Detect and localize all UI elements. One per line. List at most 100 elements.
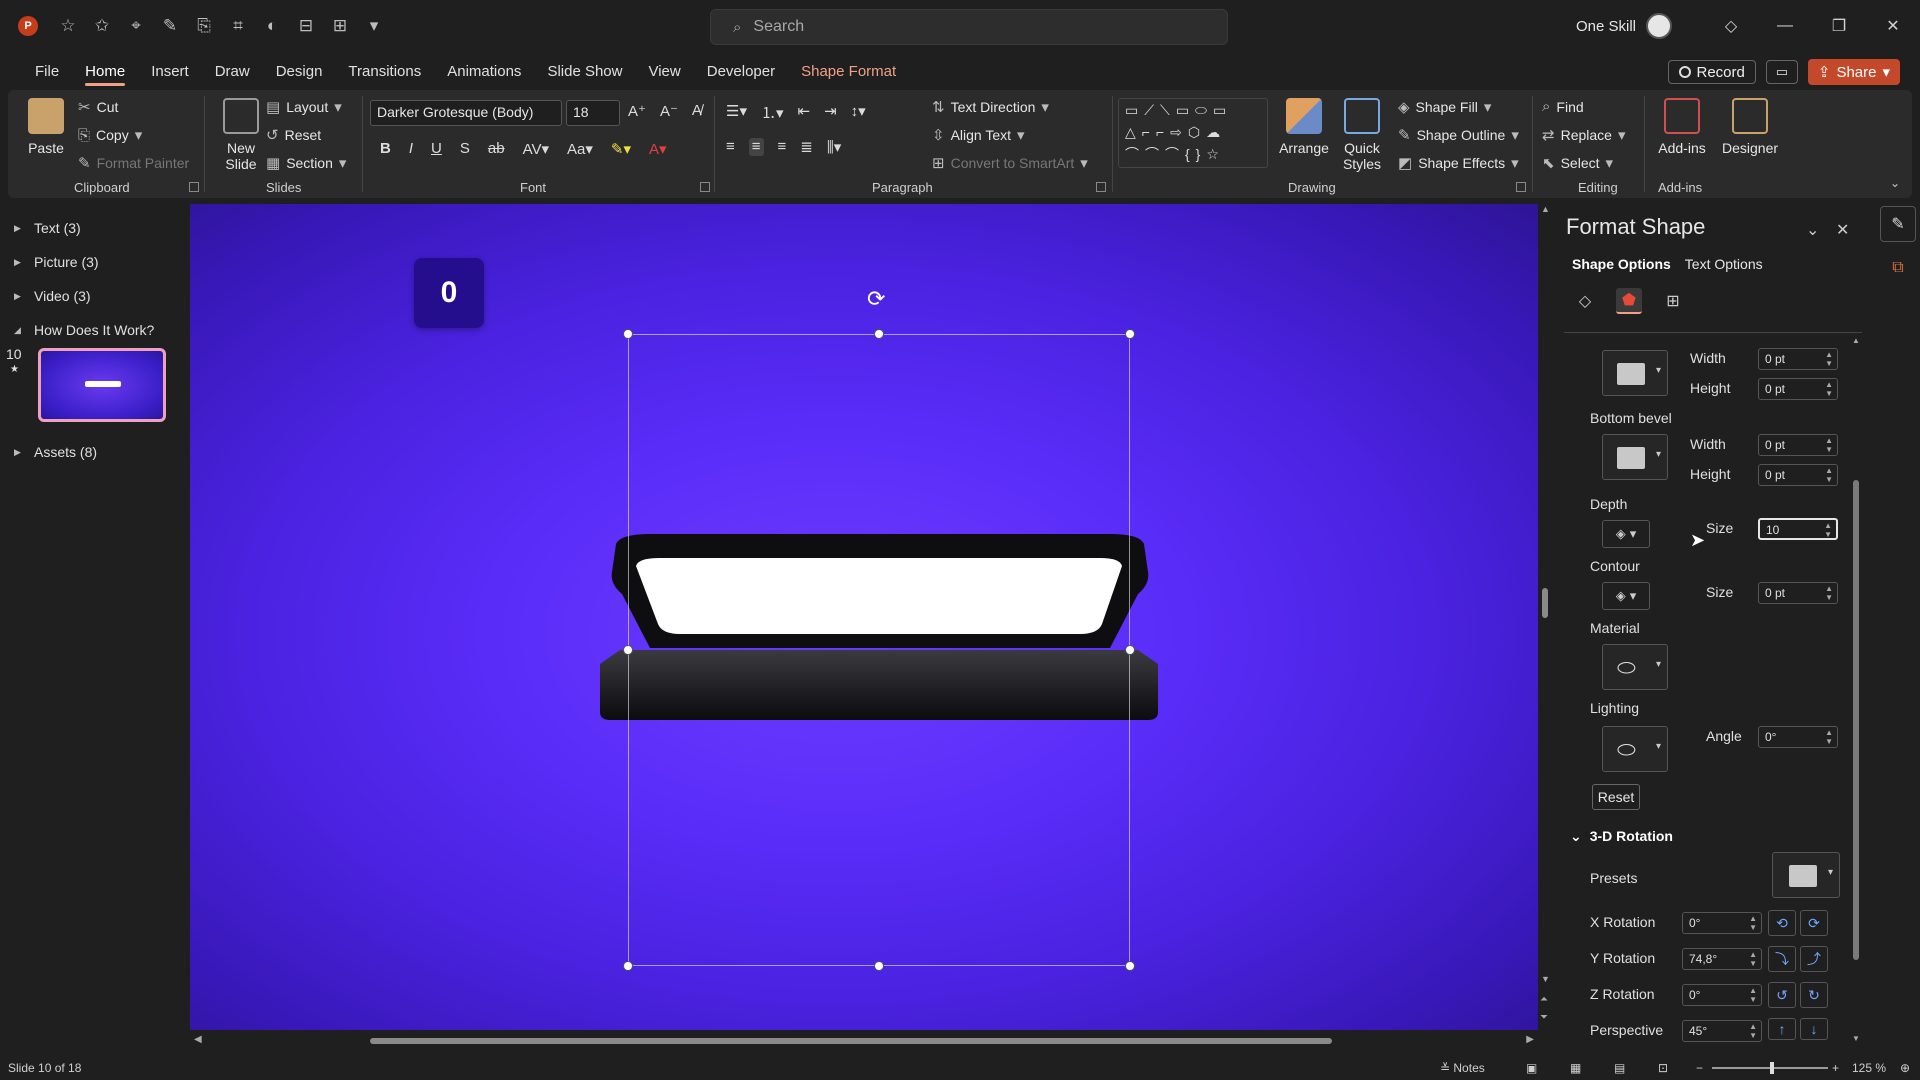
minimize-icon[interactable]: —: [1758, 17, 1812, 35]
spin-arrows-icon[interactable]: ▲ ▼: [1749, 950, 1757, 968]
zoom-slider-thumb[interactable]: [1770, 1062, 1774, 1074]
tab-shape-options[interactable]: Shape Options: [1572, 256, 1671, 272]
close-pane-icon[interactable]: ✕: [1836, 220, 1849, 240]
designer-pane-icon[interactable]: ⧉: [1880, 250, 1916, 286]
clear-formatting-icon[interactable]: A̸: [692, 102, 702, 120]
depth-size-input[interactable]: 10 ▲ ▼: [1758, 518, 1838, 540]
fill-line-icon[interactable]: ◇: [1572, 288, 1598, 314]
fit-to-window-icon[interactable]: ⊕: [1900, 1061, 1910, 1075]
shape-fill-button[interactable]: ◈ Shape Fill ▾: [1398, 98, 1491, 116]
decrease-indent-icon[interactable]: ⇤: [798, 102, 811, 123]
top-bevel-height-input[interactable]: 0 pt ▲ ▼: [1758, 378, 1838, 400]
highlight-icon[interactable]: ✎▾: [611, 140, 631, 158]
perspective-decrease-icon[interactable]: ↓: [1800, 1018, 1828, 1040]
next-slide-icon[interactable]: ⏷: [1540, 1012, 1548, 1023]
tab-design[interactable]: Design: [263, 56, 336, 88]
record-button[interactable]: Record: [1667, 60, 1756, 84]
spin-arrows-icon[interactable]: ▲ ▼: [1749, 914, 1757, 932]
z-rotation-input[interactable]: 0° ▲ ▼: [1682, 984, 1762, 1006]
previous-slide-icon[interactable]: ⏶: [1540, 994, 1548, 1005]
align-center-icon[interactable]: ≡: [748, 138, 764, 156]
italic-icon[interactable]: I: [409, 140, 413, 158]
arrange-button[interactable]: Arrange: [1276, 98, 1332, 156]
bullets-icon[interactable]: ☰▾: [726, 102, 747, 123]
counter-box[interactable]: 0: [414, 258, 484, 328]
format-painter-button[interactable]: ✎ Format Painter: [78, 154, 189, 172]
shapes-gallery[interactable]: ▭⟋⟍▭⬭▭ △⌐⌐⇨⬡☁ ⌒⌒⌒{}☆: [1118, 98, 1268, 168]
canvas-vertical-scrollbar[interactable]: ▲ ▼ ⏶ ⏷: [1538, 204, 1552, 1030]
tab-insert[interactable]: Insert: [138, 56, 202, 88]
zoom-level[interactable]: 125 %: [1852, 1061, 1886, 1075]
align-icon[interactable]: ⊟: [294, 16, 318, 36]
rotate-handle-icon[interactable]: ⟳: [867, 286, 885, 312]
resize-handle-top-right[interactable]: [1125, 329, 1135, 339]
scroll-right-icon[interactable]: ▶: [1526, 1034, 1534, 1045]
y-rotation-input[interactable]: 74,8° ▲ ▼: [1682, 948, 1762, 970]
scroll-left-icon[interactable]: ◀: [194, 1034, 202, 1045]
spin-arrows-icon[interactable]: ▲ ▼: [1825, 466, 1833, 484]
resize-handle-bottom-right[interactable]: [1125, 961, 1135, 971]
bottom-bevel-height-input[interactable]: 0 pt ▲ ▼: [1758, 464, 1838, 486]
tab-animations[interactable]: Animations: [434, 56, 534, 88]
diamond-icon[interactable]: ◇: [1704, 16, 1758, 36]
shadow-icon[interactable]: S: [460, 140, 470, 158]
normal-view-icon[interactable]: ▣: [1526, 1061, 1537, 1075]
convert-smartart-button[interactable]: ⊞ Convert to SmartArt ▾: [932, 154, 1088, 172]
rotate-up-icon[interactable]: ⤴: [1800, 946, 1828, 972]
search-box[interactable]: ⌕ Search: [710, 9, 1228, 45]
depth-color-button[interactable]: ◈ ▾: [1602, 520, 1650, 548]
shrink-font-icon[interactable]: A⁻: [660, 102, 678, 120]
replace-button[interactable]: ⇄ Replace ▾: [1542, 126, 1625, 144]
top-bevel-button[interactable]: ▾: [1602, 350, 1668, 396]
drawing-launcher-icon[interactable]: [1516, 182, 1526, 192]
spin-arrows-icon[interactable]: ▲ ▼: [1749, 1022, 1757, 1040]
new-slide-button[interactable]: New Slide: [216, 98, 266, 172]
tab-file[interactable]: File: [22, 56, 72, 88]
spin-arrows-icon[interactable]: ▲ ▼: [1825, 728, 1833, 746]
paragraph-launcher-icon[interactable]: [1096, 182, 1106, 192]
top-bevel-width-input[interactable]: 0 pt ▲ ▼: [1758, 348, 1838, 370]
effects-pentagon-icon[interactable]: ⬟: [1616, 288, 1642, 314]
perspective-input[interactable]: 45° ▲ ▼: [1682, 1020, 1762, 1042]
resize-handle-top[interactable]: [874, 329, 884, 339]
scroll-down-icon[interactable]: ▼: [1852, 1034, 1860, 1043]
reset-button[interactable]: Reset: [1592, 784, 1640, 810]
align-right-icon[interactable]: ≡: [778, 138, 787, 156]
bottom-bevel-button[interactable]: ▾: [1602, 434, 1668, 480]
scroll-thumb[interactable]: [1853, 480, 1859, 960]
tab-view[interactable]: View: [635, 56, 693, 88]
spin-arrows-icon[interactable]: ▲ ▼: [1824, 521, 1832, 539]
collapse-ribbon-icon[interactable]: ⌄: [1890, 176, 1900, 190]
character-spacing-icon[interactable]: AV▾: [523, 140, 549, 158]
font-size-combo[interactable]: 18: [566, 100, 620, 126]
scroll-thumb[interactable]: [1542, 588, 1548, 618]
comments-button[interactable]: ▭: [1765, 60, 1798, 84]
contour-size-input[interactable]: 0 pt ▲ ▼: [1758, 582, 1838, 604]
underline-icon[interactable]: U: [431, 140, 442, 158]
restore-icon[interactable]: ❐: [1812, 16, 1866, 36]
font-color-icon[interactable]: A▾: [649, 140, 667, 158]
select-button[interactable]: ⬉ Select ▾: [1542, 154, 1613, 172]
resize-handle-left[interactable]: [623, 645, 633, 655]
shape-outline-button[interactable]: ✎ Shape Outline ▾: [1398, 126, 1519, 144]
rotate-down-icon[interactable]: ⤵: [1768, 946, 1796, 972]
slide-thumbnail[interactable]: [38, 348, 166, 422]
bottom-bevel-width-input[interactable]: 0 pt ▲ ▼: [1758, 434, 1838, 456]
bold-icon[interactable]: B: [380, 140, 391, 158]
material-button[interactable]: ⬭ ▾: [1602, 644, 1668, 690]
contour-color-button[interactable]: ◈ ▾: [1602, 582, 1650, 610]
spin-arrows-icon[interactable]: ▲ ▼: [1825, 380, 1833, 398]
reset-button[interactable]: ↺ Reset: [266, 126, 321, 144]
zoom-slider[interactable]: [1712, 1062, 1828, 1074]
tab-draw[interactable]: Draw: [202, 56, 263, 88]
format-painter-icon[interactable]: ⎘: [192, 16, 216, 36]
change-case-icon[interactable]: Aa▾: [567, 140, 593, 158]
customize-qat-icon[interactable]: ▾: [362, 16, 386, 36]
resize-handle-top-left[interactable]: [623, 329, 633, 339]
paste-button[interactable]: Paste: [24, 98, 68, 156]
pane-scrollbar[interactable]: ▲ ▼: [1852, 336, 1860, 1046]
shape-icon[interactable]: ◐: [260, 16, 284, 36]
touch-mode-icon[interactable]: ⌖: [124, 16, 148, 36]
reading-view-icon[interactable]: ▤: [1614, 1061, 1625, 1075]
increase-indent-icon[interactable]: ⇥: [824, 102, 837, 123]
